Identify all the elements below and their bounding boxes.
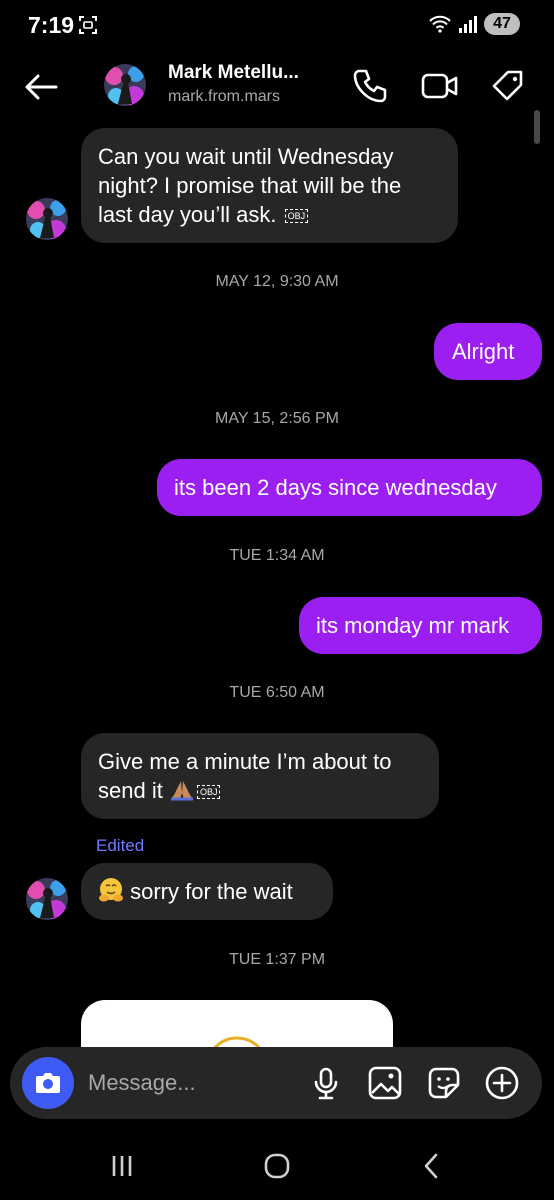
message-line: Give me a minute I’m about to [98,749,392,774]
object-placeholder: OBJ [196,785,221,799]
contact-username[interactable]: mark.from.mars [168,88,280,106]
tag-icon[interactable] [488,66,528,106]
chat-header: Mark Metellu... mark.from.mars [0,52,554,122]
message-composer [10,1047,542,1119]
status-right: 47 [428,13,520,35]
phone-icon[interactable] [350,66,390,106]
gallery-icon[interactable] [367,1065,403,1101]
status-time: 7:19 [28,12,75,38]
message-bubble-incoming[interactable]: sorry for the wait [81,863,333,920]
header-avatar[interactable] [104,64,146,106]
message-line: night? I promise that will be the [98,173,402,198]
home-icon[interactable] [257,1150,297,1182]
message-line: send it OBJ [98,776,422,805]
timestamp: MAY 15, 2:56 PM [215,410,339,427]
message-text: sorry for the wait [130,879,293,904]
hugging-face-emoji-icon [99,878,123,902]
microphone-icon[interactable] [308,1065,344,1101]
message-bubble-incoming[interactable]: Can you wait until Wednesday night? I pr… [81,128,458,243]
nav-back-icon[interactable] [412,1150,452,1182]
message-bubble-outgoing[interactable]: Alright [434,323,542,380]
message-text: send it [98,778,163,803]
message-line: last day you’ll ask. OBJ [98,200,441,229]
message-text: last day you’ll ask. [98,202,277,227]
signal-icon [459,16,477,33]
message-bubble-outgoing[interactable]: its monday mr mark [299,597,542,654]
back-arrow-icon[interactable] [18,64,64,110]
wifi-icon [429,15,451,33]
screenshot-icon [79,16,97,34]
status-bar: 7:19 47 [0,0,554,52]
plus-icon[interactable] [484,1065,520,1101]
recents-icon[interactable] [102,1150,142,1182]
timestamp: MAY 12, 9:30 AM [215,273,339,290]
sender-avatar[interactable] [26,878,68,920]
sender-avatar[interactable] [26,198,68,240]
object-placeholder: OBJ [284,209,309,223]
camera-icon [36,1073,60,1093]
timestamp: TUE 1:37 PM [228,951,326,968]
system-nav-bar [0,1130,554,1200]
timestamp: TUE 6:50 AM [229,684,325,701]
timestamp: TUE 1:34 AM [229,547,325,564]
message-bubble-outgoing[interactable]: its been 2 days since wednesday [157,459,542,516]
message-bubble-incoming[interactable]: Give me a minute I’m about to send it OB… [81,733,439,819]
sticker-icon[interactable] [426,1065,462,1101]
video-camera-icon[interactable] [420,66,460,106]
contact-name[interactable]: Mark Metellu... [168,62,299,84]
camera-button[interactable] [22,1057,74,1109]
edited-label: Edited [96,836,145,855]
battery-indicator: 47 [484,13,520,35]
message-input[interactable] [88,1047,298,1119]
scrollbar[interactable] [534,110,540,144]
praying-hands-icon [170,781,193,801]
message-line: Can you wait until Wednesday [98,144,394,169]
